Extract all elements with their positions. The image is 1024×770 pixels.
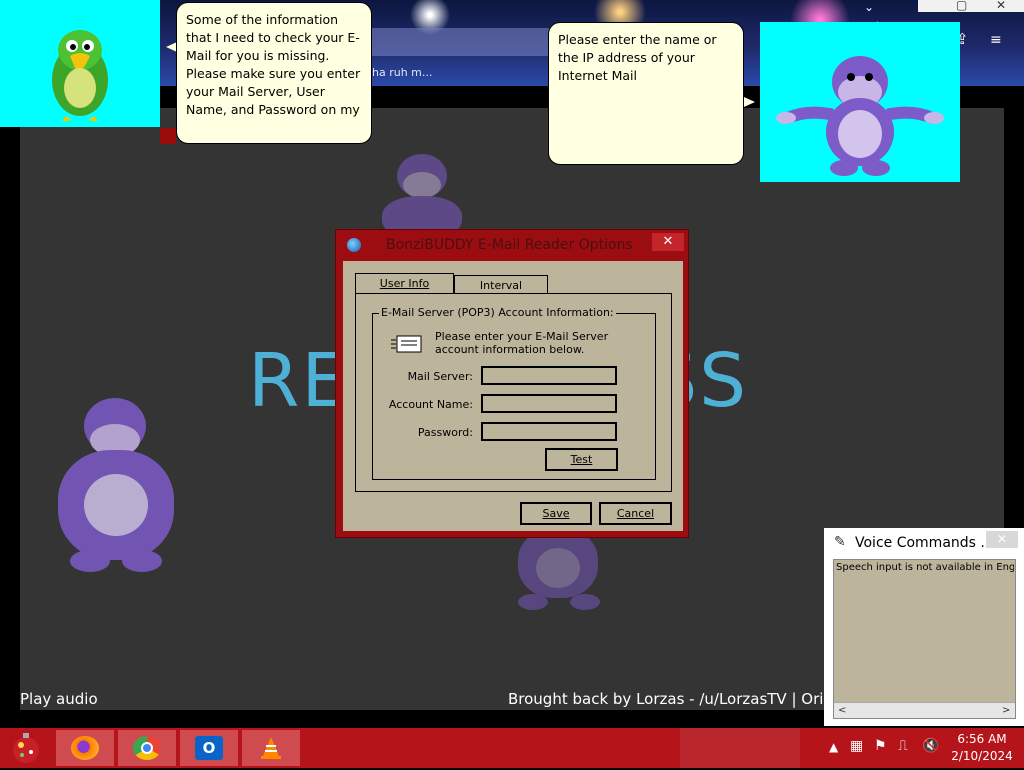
restore-icon[interactable]: ▢ [956, 0, 967, 12]
taskbar-decoration [680, 728, 800, 768]
close-icon[interactable]: ✕ [996, 0, 1006, 12]
bonzi-buddy-window [760, 22, 960, 182]
balloon-tail-right [744, 97, 755, 107]
tab-panel-user-info: E-Mail Server (POP3) Account Information… [355, 293, 672, 492]
dialog-body: Interval User Info E-Mail Server (POP3) … [343, 261, 683, 531]
tray-expand-icon[interactable]: ▲ [829, 740, 838, 754]
dialog-title: BonziBUDDY E-Mail Reader Options [386, 237, 633, 253]
pop3-account-group: E-Mail Server (POP3) Account Information… [372, 306, 656, 480]
credits-text: Brought back by Lorzas - /u/LorzasTV | O… [508, 690, 824, 708]
voice-commands-window: ✎ Voice Commands ... ✕ Speech input is n… [824, 528, 1024, 726]
dialog-close-button[interactable]: ✕ [652, 233, 684, 251]
save-button[interactable]: Save [520, 502, 592, 525]
voice-title: Voice Commands ... [855, 535, 994, 551]
clock-date[interactable]: 2/10/2024 [947, 749, 1017, 763]
email-options-dialog: BonziBUDDY E-Mail Reader Options ✕ Inter… [335, 229, 689, 538]
globe-icon [347, 238, 361, 252]
action-center-flag-icon[interactable]: ⚑ [874, 738, 887, 754]
clock-time[interactable]: 6:56 AM [952, 732, 1012, 746]
scroll-left-icon[interactable]: < [838, 703, 846, 718]
bonzi-speech-balloon: Please enter the name or the IP address … [548, 22, 744, 165]
taskbar: O ▲ ▦ ⚑ ⎍ 🔇 6:56 AM 2/10/2024 [0, 728, 1024, 768]
outlook-icon: O [195, 736, 223, 760]
menu-icon[interactable]: ≡ [990, 32, 1002, 48]
browser-address-bar[interactable] [368, 28, 558, 56]
cancel-button[interactable]: Cancel [599, 502, 672, 525]
scroll-right-icon[interactable]: > [1002, 703, 1010, 718]
account-name-input[interactable] [481, 394, 617, 413]
pen-icon: ✎ [834, 534, 846, 550]
bonzi-ghost-top [372, 150, 472, 240]
chrome-icon [133, 736, 161, 760]
password-label: Password: [417, 426, 473, 439]
play-audio-link[interactable]: Play audio [20, 690, 98, 708]
password-input[interactable] [481, 422, 617, 441]
window-controls: ▢ ✕ [918, 0, 1024, 12]
taskbar-firefox[interactable] [56, 730, 114, 766]
voice-close-button[interactable]: ✕ [986, 531, 1018, 548]
tab-interval[interactable]: Interval [454, 275, 548, 294]
mail-envelope-icon [391, 335, 422, 353]
firefox-icon [71, 736, 99, 760]
taskbar-chrome[interactable] [118, 730, 176, 766]
taskbar-outlook[interactable]: O [180, 730, 238, 766]
speaker-muted-icon[interactable]: 🔇 [922, 738, 939, 754]
taskbar-vlc[interactable] [242, 730, 300, 766]
bonzi-ghost-bottom [508, 528, 608, 618]
group-label: E-Mail Server (POP3) Account Information… [379, 306, 616, 319]
bonzi-sitting-character [50, 398, 180, 576]
network-icon[interactable]: ⎍ [898, 738, 908, 754]
parrot-icon [52, 30, 108, 122]
voice-status-text: Speech input is not available in English [836, 562, 1014, 573]
account-description: Please enter your E-Mail Server account … [435, 330, 609, 356]
peedy-parrot-window [0, 0, 160, 127]
mail-server-input[interactable] [481, 366, 617, 385]
tab-user-info[interactable]: User Info [355, 273, 454, 294]
mail-server-label: Mail Server: [407, 370, 473, 383]
vlc-icon [261, 737, 281, 759]
test-button[interactable]: Test [545, 448, 618, 471]
bonzi-buddy-icon [776, 56, 944, 176]
account-name-label: Account Name: [388, 398, 473, 411]
start-button[interactable] [2, 730, 52, 766]
language-bar-icon[interactable]: ▦ [850, 738, 863, 754]
voice-commands-list: Speech input is not available in English… [833, 559, 1016, 719]
peedy-speech-balloon: Some of the information that I need to c… [176, 2, 372, 144]
start-ornament-icon [13, 733, 39, 763]
dialog-title-bar[interactable]: BonziBUDDY E-Mail Reader Options ✕ [336, 230, 690, 258]
horizontal-scrollbar[interactable]: < > [834, 702, 1015, 718]
voice-title-bar[interactable]: ✎ Voice Commands ... ✕ [824, 528, 1024, 558]
balloon-frame [160, 128, 176, 144]
browser-tab-text: ha ruh m... [372, 66, 433, 79]
chevron-down-icon[interactable]: ⌄ [864, 0, 874, 14]
